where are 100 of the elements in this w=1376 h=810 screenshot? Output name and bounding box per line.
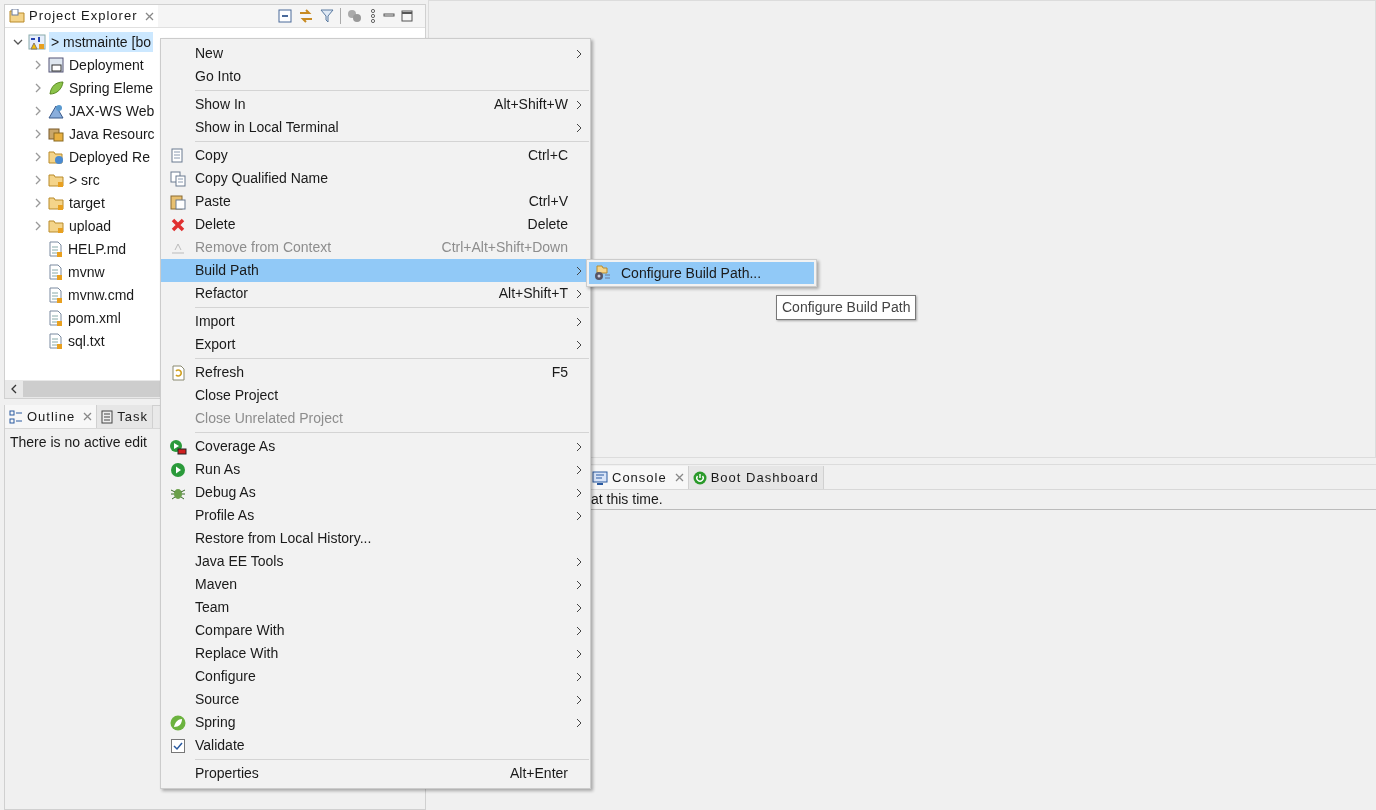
menu-label: Coverage As (195, 437, 277, 456)
collapse-all-icon[interactable] (278, 9, 292, 23)
tree-item[interactable]: target (67, 192, 107, 213)
menu-item[interactable]: Import (161, 310, 590, 333)
menu-item[interactable]: Go Into (161, 65, 590, 88)
menu-item[interactable]: Configure Build Path... (589, 262, 814, 284)
tree-item[interactable]: mvnw.cmd (66, 284, 137, 305)
package-icon (48, 125, 64, 142)
expand-chevron-icon[interactable] (35, 220, 41, 231)
leaf-icon (48, 79, 64, 96)
menu-item[interactable]: Source (161, 688, 590, 711)
menu-item[interactable]: Close Project (161, 384, 590, 407)
shortcut-text: Ctrl+C (527, 146, 568, 165)
expand-chevron-icon[interactable] (35, 59, 41, 70)
tree-item[interactable]: Deployed Re (67, 146, 152, 167)
tree-item[interactable]: HELP.md (66, 238, 129, 259)
expand-chevron-icon[interactable] (35, 105, 41, 116)
menu-item[interactable]: Maven (161, 573, 590, 596)
scroll-left-icon[interactable] (11, 384, 17, 394)
menu-item[interactable]: Validate (161, 734, 590, 757)
delete-icon (170, 216, 186, 233)
close-icon[interactable] (145, 11, 155, 21)
menu-label: Source (195, 690, 241, 709)
menu-label: Compare With (195, 621, 286, 640)
tree-item[interactable]: sql.txt (66, 330, 107, 351)
tree-item[interactable]: pom.xml (66, 307, 123, 328)
tree-item[interactable]: > mstmainte [bo (49, 31, 153, 52)
view-tab[interactable]: Task (97, 405, 153, 428)
view-tab[interactable]: Project Explorer (5, 5, 159, 27)
menu-label: Validate (195, 736, 246, 755)
menu-item[interactable]: Refresh F5 (161, 361, 590, 384)
menu-label: Copy (195, 146, 229, 165)
outline-message: There is no active edit (10, 434, 147, 450)
folder-icon (9, 9, 25, 23)
console-message: at this time. (590, 490, 663, 509)
tree-item[interactable]: upload (67, 215, 114, 236)
maximize-icon[interactable] (401, 10, 413, 22)
run-icon (170, 461, 186, 478)
view-tab[interactable]: Boot Dashboard (688, 466, 824, 489)
tree-item[interactable]: > src (67, 169, 102, 190)
shortcut-text: Ctrl+Alt+Shift+Down (441, 238, 568, 257)
menu-item[interactable]: Compare With (161, 619, 590, 642)
menu-item[interactable]: Restore from Local History... (161, 527, 590, 550)
menu-label: Maven (195, 575, 239, 594)
menu-item[interactable]: Java EE Tools (161, 550, 590, 573)
menu-item[interactable]: Copy Qualified Name (161, 167, 590, 190)
menu-label: Run As (195, 460, 242, 479)
menu-item[interactable]: Configure (161, 665, 590, 688)
tree-item[interactable]: Spring Eleme (67, 77, 156, 98)
menu-item[interactable]: Team (161, 596, 590, 619)
filter-icon[interactable] (320, 9, 334, 23)
menu-item[interactable]: Debug As (161, 481, 590, 504)
expand-chevron-icon[interactable] (35, 197, 41, 208)
monitor-icon (592, 470, 608, 485)
checkbox-icon (171, 738, 185, 753)
tree-item[interactable]: mvnw (66, 261, 107, 282)
tooltip: Configure Build Path (776, 295, 917, 320)
menu-label: Close Project (195, 386, 280, 405)
tab-label: Task (117, 407, 148, 426)
arrows-icon[interactable] (298, 9, 314, 23)
tree-item[interactable]: Java Resourc (67, 123, 157, 144)
shortcut-text: Ctrl+V (528, 192, 568, 211)
menu-label: Team (195, 598, 231, 617)
expand-chevron-icon[interactable] (35, 174, 41, 185)
menu-item[interactable]: Export (161, 333, 590, 356)
circles-icon[interactable] (347, 9, 363, 23)
leaf-icon (170, 714, 186, 731)
menu-item[interactable]: Profile As (161, 504, 590, 527)
menu-label: Copy Qualified Name (195, 169, 330, 188)
scrollbar-thumb[interactable] (23, 381, 163, 397)
file-icon (48, 309, 63, 326)
menu-label: Go Into (195, 67, 242, 86)
expand-chevron-icon[interactable] (35, 151, 41, 162)
expand-chevron-icon[interactable] (35, 82, 41, 93)
close-icon[interactable] (674, 473, 684, 482)
outline-icon (9, 409, 23, 424)
expand-chevron-icon[interactable] (35, 128, 41, 139)
more-icon[interactable] (369, 9, 377, 23)
menu-item[interactable]: Spring (161, 711, 590, 734)
menu-item[interactable]: Delete Delete (161, 213, 590, 236)
view-tab[interactable]: Outline (5, 405, 98, 428)
view-title: Project Explorer (29, 7, 138, 26)
menu-item[interactable]: Properties Alt+Enter (161, 762, 590, 785)
menu-item[interactable]: Copy Ctrl+C (161, 144, 590, 167)
menu-label: Properties (195, 764, 260, 783)
menu-label: Replace With (195, 644, 280, 663)
menu-item[interactable]: Show In Alt+Shift+W (161, 93, 590, 116)
view-tab[interactable]: Console (588, 466, 689, 489)
menu-item[interactable]: Run As (161, 458, 590, 481)
menu-item[interactable]: Refactor Alt+Shift+T (161, 282, 590, 305)
tree-item[interactable]: JAX-WS Web (67, 100, 157, 121)
menu-item[interactable]: Coverage As (161, 435, 590, 458)
close-icon[interactable] (83, 412, 93, 421)
menu-item[interactable]: Replace With (161, 642, 590, 665)
menu-item[interactable]: Show in Local Terminal (161, 116, 590, 139)
menu-item[interactable]: New (161, 42, 590, 65)
collapse-chevron-icon[interactable] (13, 38, 23, 45)
tree-item[interactable]: Deployment (67, 54, 146, 75)
file-icon (48, 263, 63, 280)
menu-item[interactable]: Paste Ctrl+V (161, 190, 590, 213)
